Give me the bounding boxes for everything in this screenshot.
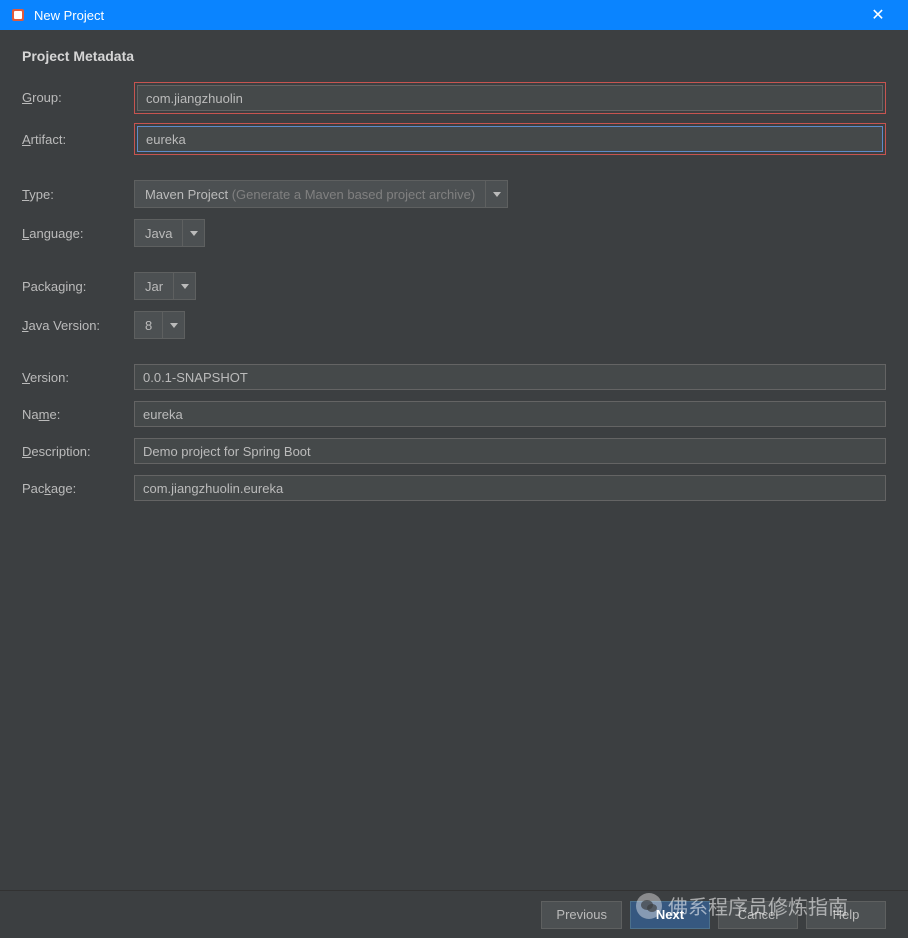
label-packaging: Packaging:	[22, 279, 134, 294]
label-java-version: Java Version:	[22, 318, 134, 333]
language-dropdown[interactable]: Java	[134, 219, 205, 247]
label-artifact: Artifact:	[22, 132, 134, 147]
name-input[interactable]	[134, 401, 886, 427]
packaging-value: Jar	[135, 279, 173, 294]
type-value: Maven Project (Generate a Maven based pr…	[135, 187, 485, 202]
group-input[interactable]	[137, 85, 883, 111]
content-area: Project Metadata Group: Artifact: Type: …	[0, 30, 908, 890]
label-package: Package:	[22, 481, 134, 496]
description-input[interactable]	[134, 438, 886, 464]
label-name: Name:	[22, 407, 134, 422]
row-name: Name:	[22, 401, 886, 427]
row-artifact: Artifact:	[22, 123, 886, 155]
help-button[interactable]: Help	[806, 901, 886, 929]
chevron-down-icon[interactable]	[182, 220, 204, 246]
row-java-version: Java Version: 8	[22, 311, 886, 339]
label-group: Group:	[22, 90, 134, 105]
version-input[interactable]	[134, 364, 886, 390]
label-version: Version:	[22, 370, 134, 385]
row-description: Description:	[22, 438, 886, 464]
label-type: Type:	[22, 187, 134, 202]
packaging-dropdown[interactable]: Jar	[134, 272, 196, 300]
titlebar: New Project ✕	[0, 0, 908, 30]
package-input[interactable]	[134, 475, 886, 501]
chevron-down-icon[interactable]	[485, 181, 507, 207]
chevron-down-icon[interactable]	[173, 273, 195, 299]
app-icon	[10, 7, 26, 23]
java-version-dropdown[interactable]: 8	[134, 311, 185, 339]
section-title: Project Metadata	[22, 48, 886, 64]
row-language: Language: Java	[22, 219, 886, 247]
close-icon[interactable]: ✕	[858, 5, 898, 25]
row-package: Package:	[22, 475, 886, 501]
row-packaging: Packaging: Jar	[22, 272, 886, 300]
cancel-button[interactable]: Cancel	[718, 901, 798, 929]
group-highlight	[134, 82, 886, 114]
java-version-value: 8	[135, 318, 162, 333]
next-button[interactable]: Next	[630, 901, 710, 929]
artifact-highlight	[134, 123, 886, 155]
chevron-down-icon[interactable]	[162, 312, 184, 338]
language-value: Java	[135, 226, 182, 241]
window-title: New Project	[34, 8, 858, 23]
artifact-input[interactable]	[137, 126, 883, 152]
footer: Previous Next Cancel Help	[0, 890, 908, 938]
label-description: Description:	[22, 444, 134, 459]
type-dropdown[interactable]: Maven Project (Generate a Maven based pr…	[134, 180, 508, 208]
row-version: Version:	[22, 364, 886, 390]
row-group: Group:	[22, 82, 886, 112]
previous-button[interactable]: Previous	[541, 901, 622, 929]
row-type: Type: Maven Project (Generate a Maven ba…	[22, 180, 886, 208]
label-language: Language:	[22, 226, 134, 241]
